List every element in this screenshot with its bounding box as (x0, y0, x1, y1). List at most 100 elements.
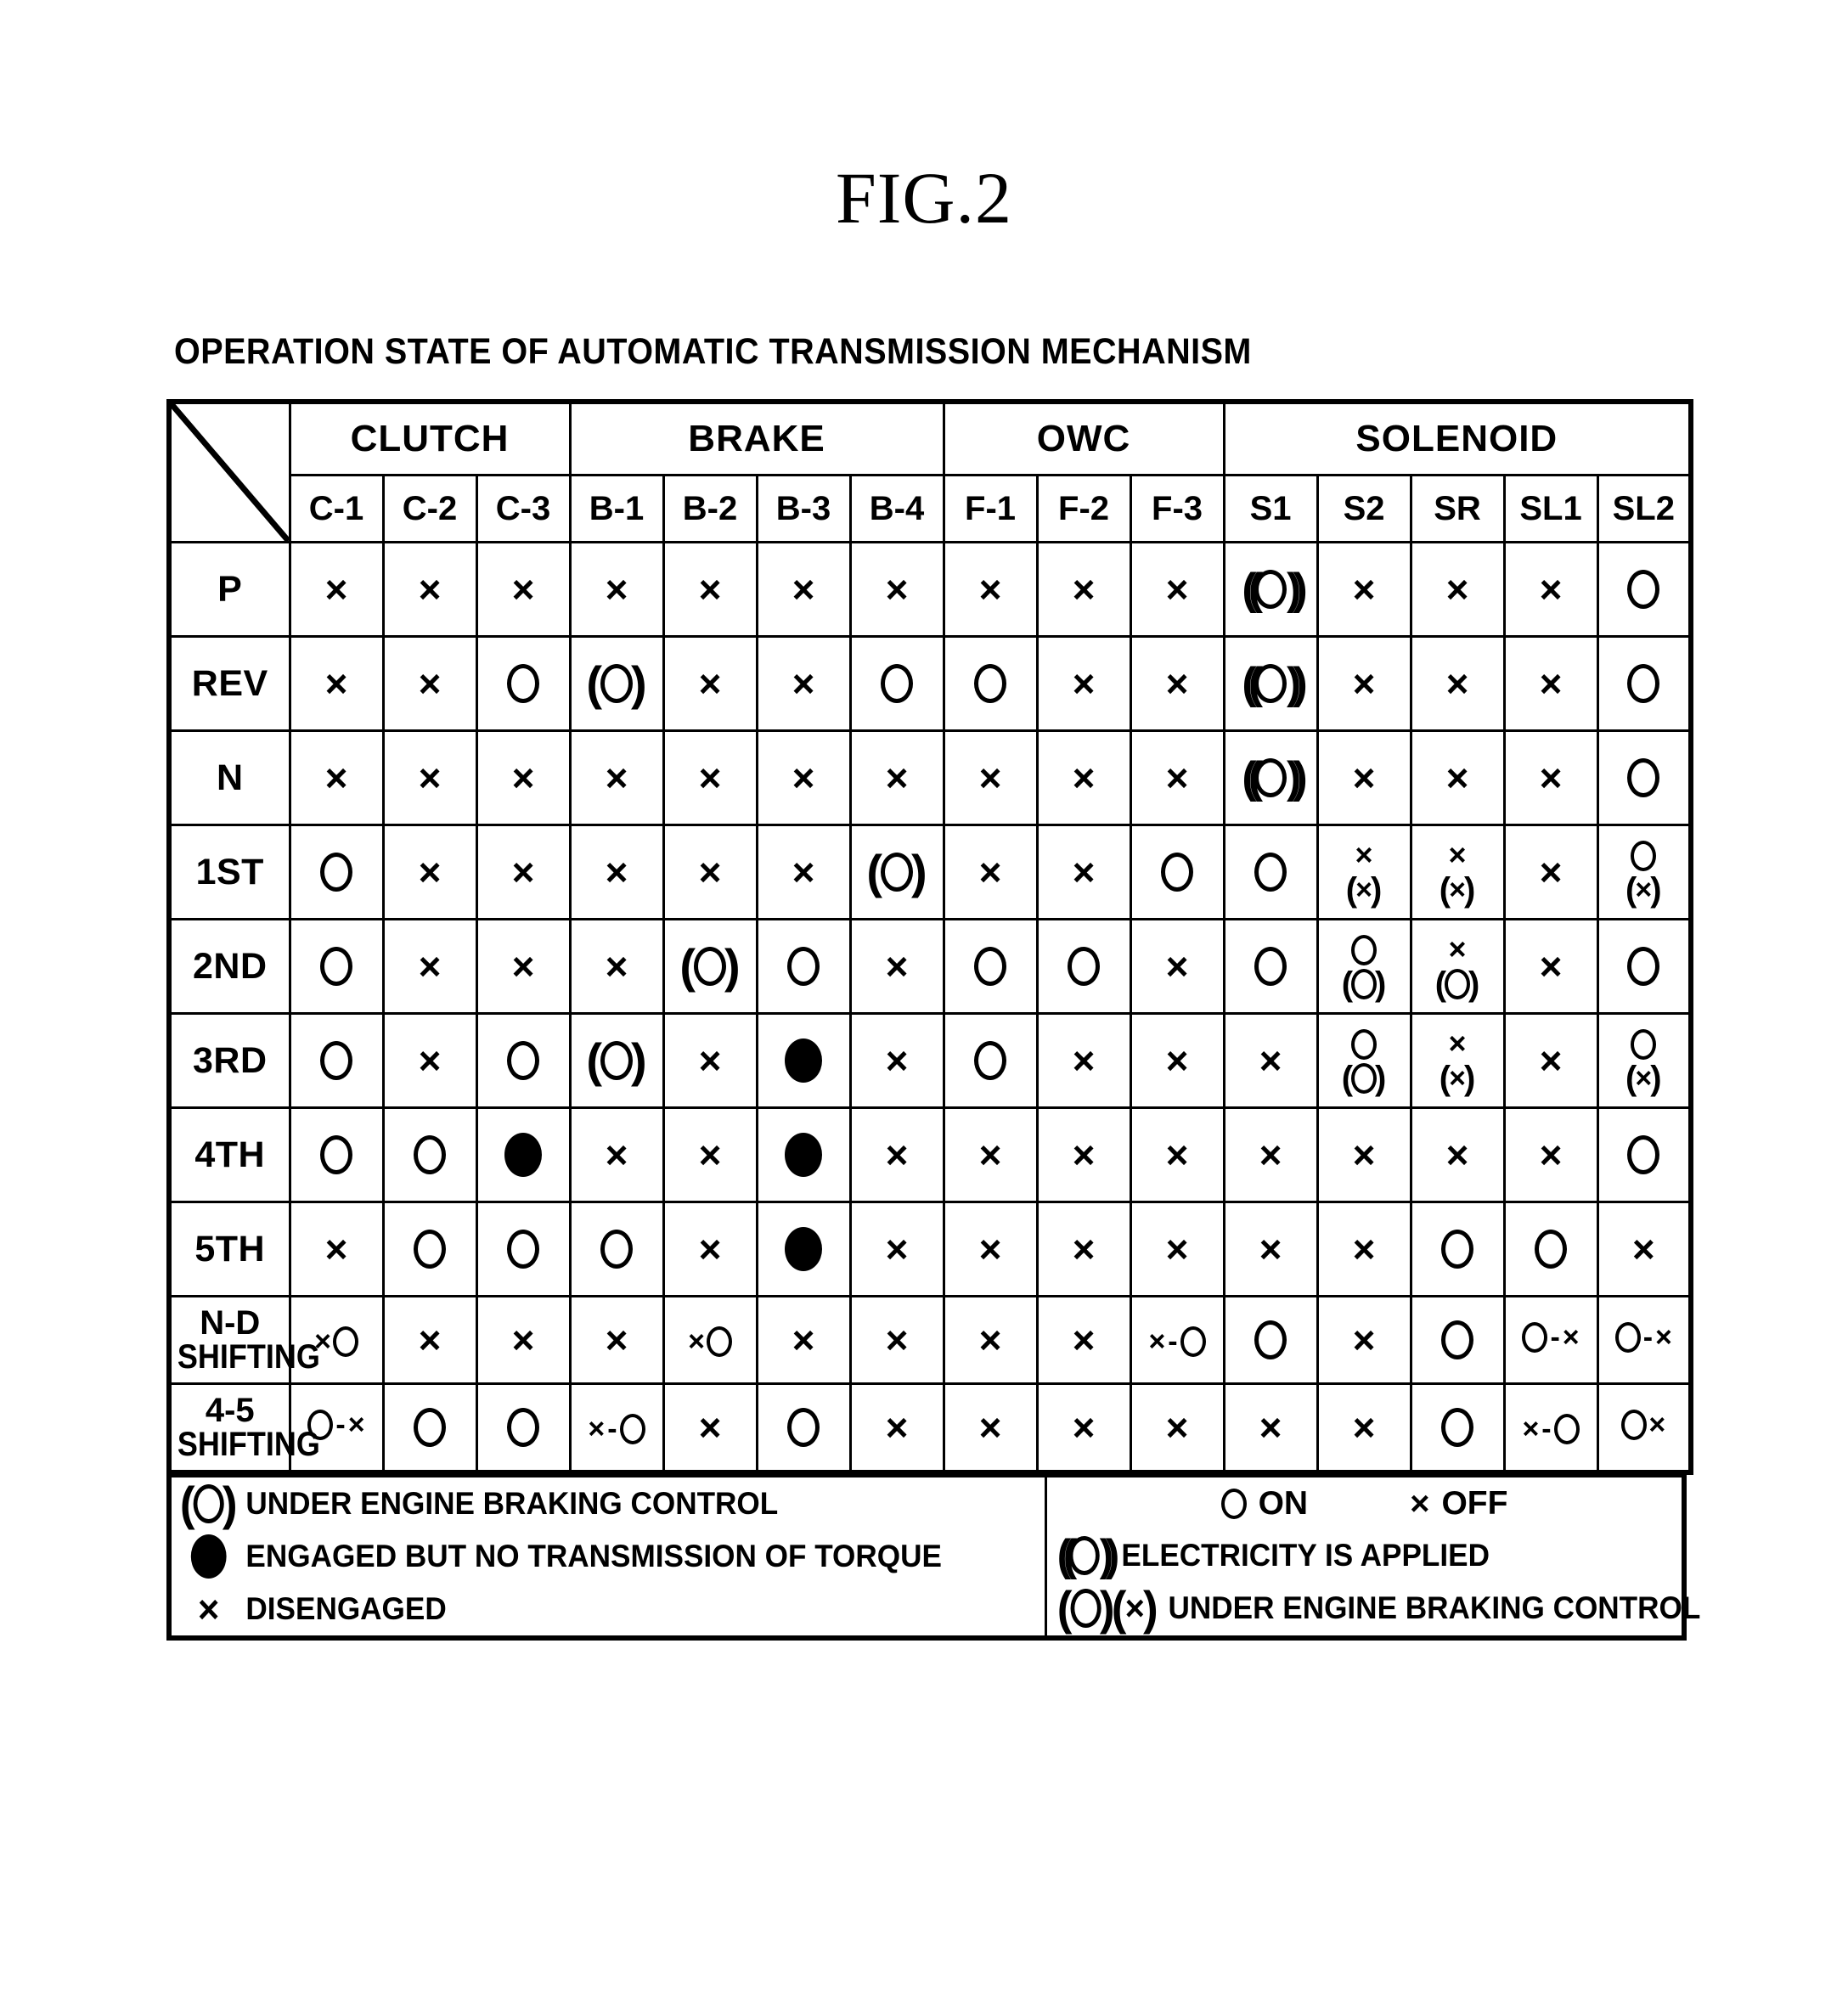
circle-icon (600, 1041, 634, 1080)
cell-2nd-c-2: × (381, 918, 478, 1015)
cross-icon: × (1352, 1405, 1376, 1449)
parenthesized-circle-icon: () (1434, 965, 1480, 1003)
cross-icon: × (698, 661, 722, 706)
cell-4th-b-3 (755, 1106, 852, 1203)
cell-1st-b-2: × (662, 824, 758, 920)
cross-icon: × (885, 1133, 909, 1177)
cross-icon: × (1562, 1320, 1580, 1354)
cell-n-c-2: × (381, 729, 478, 826)
circle-icon (1522, 1321, 1548, 1353)
cross-icon: × (1259, 1405, 1282, 1449)
cell-n-sl1: × (1502, 729, 1599, 826)
cell-rev-sl1: × (1502, 635, 1599, 732)
column-header-c-1: C-1 (288, 474, 385, 543)
filled-circle-icon (785, 1038, 823, 1083)
cell-n-d-c-2: × (381, 1295, 478, 1385)
cell-2nd-b-2: () (662, 918, 758, 1015)
cell-5th-sr (1409, 1201, 1506, 1297)
cell-p-b-3: × (755, 541, 852, 638)
cell-4-5-f-2: × (1035, 1382, 1132, 1474)
cell-n-s1: (()) (1222, 729, 1319, 826)
cell-4th-f-2: × (1035, 1106, 1132, 1203)
cross-icon: × (1072, 567, 1096, 611)
stacked-circle-parenthesized-circle-icon: () (1319, 1025, 1410, 1096)
legend-on-label: ON (1258, 1485, 1309, 1522)
legend-text: UNDER ENGINE BRAKING CONTROL (245, 1486, 779, 1521)
cell-4th-sl1: × (1502, 1106, 1599, 1203)
circle-icon (881, 664, 914, 703)
cell-n-d-b-1: × (568, 1295, 665, 1385)
cross-icon: × (1352, 661, 1376, 706)
cross-icon: × (792, 1318, 815, 1362)
cross-icon: × (324, 1227, 348, 1271)
cell-5th-sl1 (1502, 1201, 1599, 1297)
cross-icon: × (978, 1318, 1002, 1362)
row-label-line1: 4-5 (205, 1392, 255, 1429)
cell-4th-c-2 (381, 1106, 478, 1203)
row-label-n: N (167, 729, 291, 826)
cell-2nd-sl1: × (1502, 918, 1599, 1015)
cross-icon: × (605, 944, 628, 988)
cell-rev-sr: × (1409, 635, 1506, 732)
circle-icon (414, 1408, 446, 1447)
circle-icon (1351, 969, 1378, 999)
cross-icon: × (511, 567, 535, 611)
circle-icon (1068, 1536, 1100, 1575)
circle-icon (507, 1408, 539, 1447)
cross-icon: × (1352, 567, 1376, 611)
cross-icon: × (1539, 1038, 1563, 1083)
cross-icon: × (1072, 661, 1096, 706)
cell-4-5-f-1: × (942, 1382, 1039, 1474)
cell-n-d-b-4: × (848, 1295, 945, 1385)
cell-1st-f-1: × (942, 824, 1039, 920)
cross-icon: × (511, 756, 535, 800)
cell-n-d-c-3: × (475, 1295, 572, 1385)
legend-text: ELECTRICITY IS APPLIED (1121, 1538, 1490, 1573)
circle-icon (1627, 1135, 1660, 1174)
cell-4-5-b-4: × (848, 1382, 945, 1474)
parenthesized-cross-icon: (×) (1625, 1060, 1662, 1097)
legend-symbol: (()) (1047, 1534, 1121, 1578)
cell-3rd-b-4: × (848, 1012, 945, 1109)
cell-4th-b-4: × (848, 1106, 945, 1203)
column-header-sl2: SL2 (1596, 474, 1693, 543)
legend-item: ENGAGED BUT NO TRANSMISSION OF TORQUE (172, 1530, 1001, 1583)
circle-icon (320, 853, 352, 892)
cell-n-f-1: × (942, 729, 1039, 826)
circle-icon (694, 947, 727, 986)
row-label-rev: REV (167, 635, 291, 732)
cell-n-sl2 (1596, 729, 1693, 826)
cell-5th-b-1 (568, 1201, 665, 1297)
circle-icon (332, 1326, 358, 1357)
column-header-b-2: B-2 (662, 474, 758, 543)
filled-circle-icon (190, 1534, 227, 1579)
cross-icon: × (418, 1318, 442, 1362)
cross-icon: × (978, 756, 1002, 800)
cross-icon: × (1124, 1588, 1145, 1628)
circle-cross-pair-icon: × (1621, 1409, 1665, 1440)
cross-icon: × (418, 850, 442, 894)
cell-rev-f-3: × (1129, 635, 1225, 732)
cross-icon: × (1631, 1227, 1655, 1271)
cell-3rd-sl2: (×) (1596, 1012, 1693, 1109)
circle-icon (1254, 947, 1287, 986)
cross-icon: × (1352, 1227, 1376, 1271)
circle-to-cross-icon: - × (1614, 1321, 1672, 1353)
cell-1st-b-1: × (568, 824, 665, 920)
circle-icon (1070, 1589, 1101, 1628)
cell-4-5-b-2: × (662, 1382, 758, 1474)
cell-1st-c-3: × (475, 824, 572, 920)
cell-rev-s1: (()) (1222, 635, 1319, 732)
column-header-s2: S2 (1316, 474, 1412, 543)
table-row: 2ND × × ×() × ×() ×() × (167, 918, 1693, 1015)
circle-icon (787, 947, 820, 986)
cell-4th-f-1: × (942, 1106, 1039, 1203)
circle-icon (1627, 570, 1660, 609)
column-header-f-1: F-1 (942, 474, 1039, 543)
cross-icon: × (1448, 1026, 1467, 1061)
cell-n-d-b-3: × (755, 1295, 852, 1385)
row-label-p: P (167, 541, 291, 638)
table-row: 4TH × × × × × × × × × × (167, 1106, 1693, 1203)
electricity-applied-icon: (()) (1242, 659, 1307, 708)
cross-icon: × (792, 756, 815, 800)
